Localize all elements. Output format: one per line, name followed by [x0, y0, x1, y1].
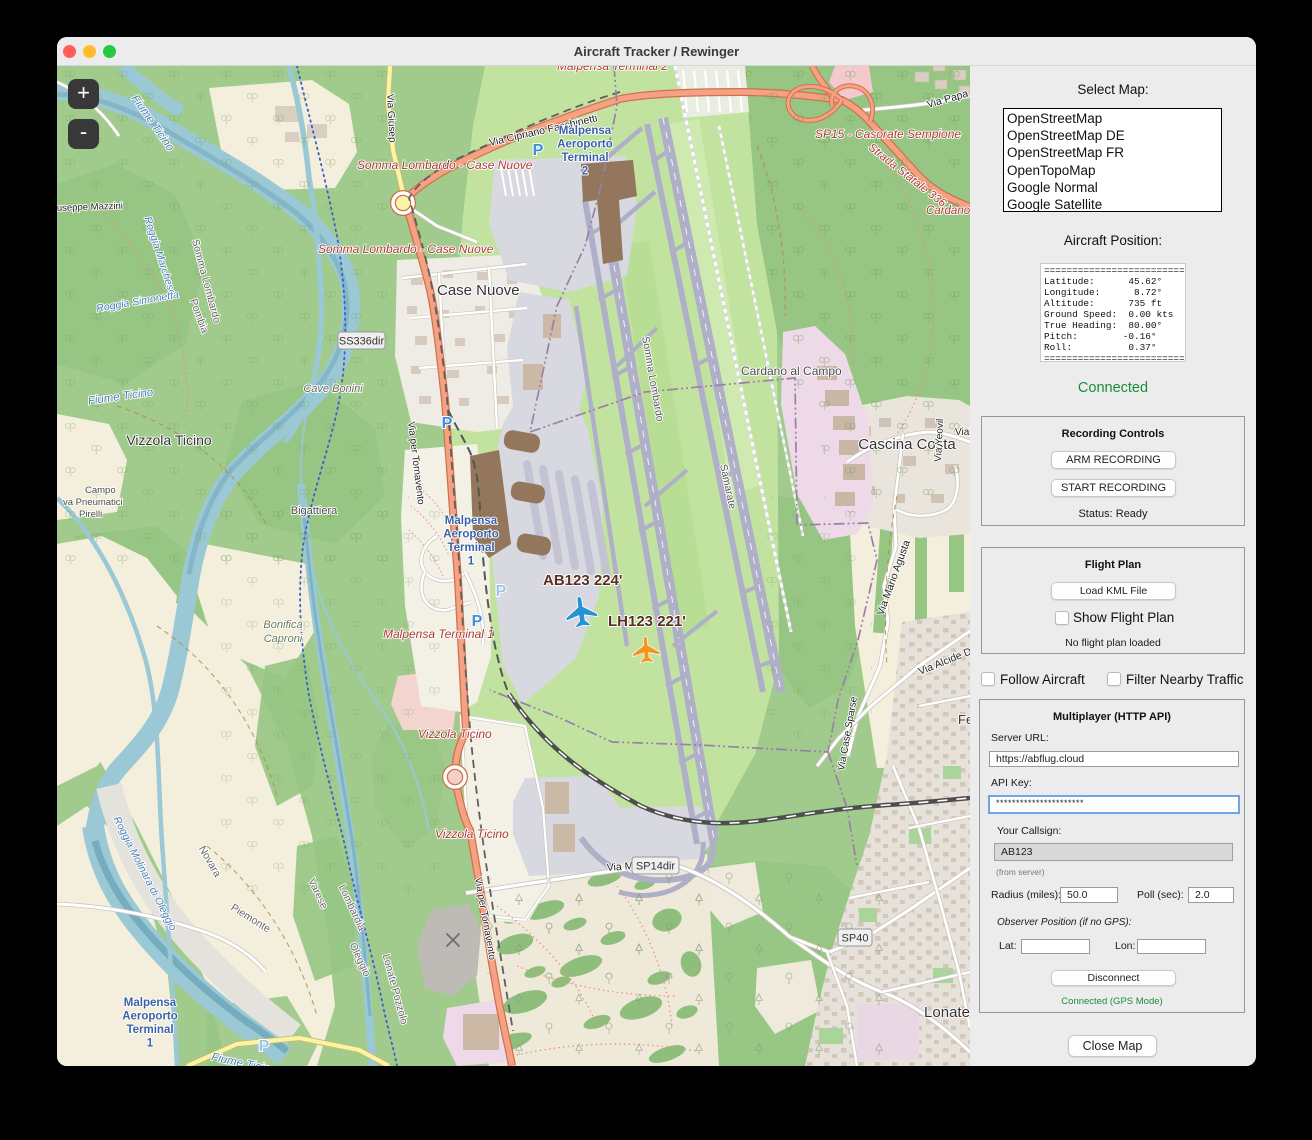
svg-text:P: P — [533, 142, 544, 159]
svg-text:Malpensa: Malpensa — [124, 997, 177, 1009]
svg-text:Terminal: Terminal — [126, 1024, 173, 1036]
svg-text:useppe Mazzini: useppe Mazzini — [57, 201, 123, 214]
svg-text:2: 2 — [582, 166, 588, 178]
svg-text:Pirelli: Pirelli — [79, 509, 102, 520]
svg-text:Bonifica: Bonifica — [263, 619, 302, 631]
svg-text:Fe: Fe — [958, 712, 970, 727]
svg-text:P: P — [442, 415, 453, 432]
svg-text:Malpensa: Malpensa — [559, 125, 612, 137]
svg-text:SP15 - Casorate Sempione: SP15 - Casorate Sempione — [815, 127, 961, 141]
svg-text:Cardano a: Cardano a — [926, 205, 970, 217]
svg-text:SP40: SP40 — [842, 933, 869, 945]
svg-text:Viale G: Viale G — [955, 427, 970, 438]
svg-text:Aeroporto: Aeroporto — [443, 529, 499, 541]
svg-text:Bigattiera: Bigattiera — [291, 505, 338, 517]
svg-text:Cardano al Campo: Cardano al Campo — [741, 364, 842, 378]
svg-text:P: P — [496, 583, 507, 600]
svg-text:1: 1 — [147, 1038, 154, 1050]
svg-text:va Pneumatici: va Pneumatici — [63, 497, 123, 508]
svg-text:LH123 221': LH123 221' — [608, 613, 686, 630]
svg-text:SS336dir: SS336dir — [339, 336, 385, 348]
svg-text:Terminal: Terminal — [447, 542, 494, 554]
svg-text:P: P — [259, 1038, 270, 1055]
svg-text:Campo: Campo — [85, 485, 116, 496]
svg-text:Aeroporto: Aeroporto — [557, 139, 613, 151]
svg-text:Vizzola Ticino: Vizzola Ticino — [418, 727, 492, 741]
svg-text:Cave Bonini: Cave Bonini — [303, 383, 363, 395]
svg-text:AB123 224': AB123 224' — [543, 572, 622, 589]
svg-text:Somma Lombardo - Case Nuove: Somma Lombardo - Case Nuove — [318, 242, 494, 256]
svg-text:1: 1 — [468, 556, 475, 568]
svg-text:Vizzola Ticino: Vizzola Ticino — [435, 827, 509, 841]
svg-text:Somma Lombardo - Case Nuove: Somma Lombardo - Case Nuove — [357, 158, 533, 172]
svg-text:Malpensa: Malpensa — [445, 515, 498, 527]
svg-text:Aeroporto: Aeroporto — [122, 1011, 178, 1023]
svg-text:Case Nuove: Case Nuove — [437, 282, 520, 299]
svg-text:P: P — [472, 613, 483, 630]
svg-text:Malpensa Terminal 2: Malpensa Terminal 2 — [557, 66, 668, 73]
svg-text:Caproni: Caproni — [264, 633, 303, 645]
svg-text:Vizzola Ticino: Vizzola Ticino — [126, 432, 212, 448]
svg-text:Terminal: Terminal — [561, 152, 608, 164]
svg-text:SP14dir: SP14dir — [636, 861, 675, 873]
svg-text:Via Yeovil: Via Yeovil — [933, 418, 946, 462]
svg-text:Lonate: Lonate — [924, 1004, 970, 1021]
